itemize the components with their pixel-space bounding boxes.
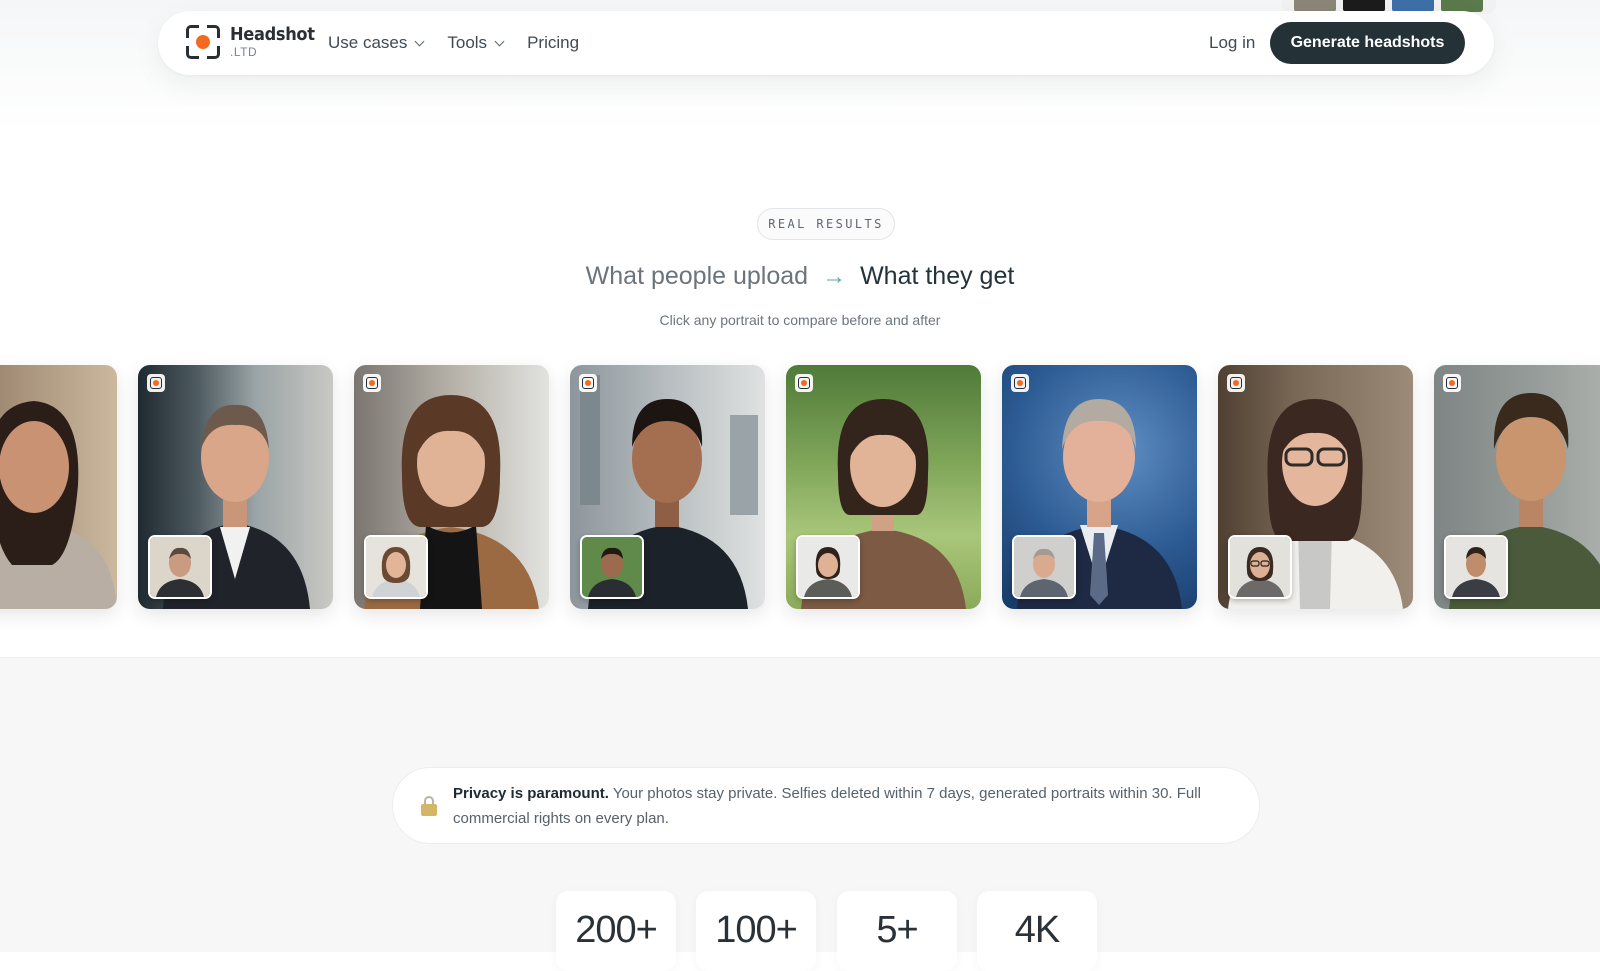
privacy-text: Privacy is paramount. Your photos stay p… (453, 781, 1243, 831)
headshot-logo-icon (795, 374, 813, 392)
nav-pricing-label: Pricing (527, 33, 580, 52)
portrait-card[interactable] (1002, 365, 1197, 609)
stat-card: 5+ (837, 891, 957, 971)
headline-result: What they get (860, 262, 1015, 290)
portrait-image (0, 401, 117, 609)
stat-value: 100+ (715, 909, 798, 951)
portrait-card[interactable] (1218, 365, 1413, 609)
navbar: Headshot .LTD Use cases Tools Pricing Lo… (158, 11, 1494, 75)
nav-links: Use cases Tools Pricing (328, 11, 579, 75)
headshot-logo-icon (1443, 374, 1461, 392)
nav-use-cases-label: Use cases (328, 33, 408, 52)
stat-value: 200+ (575, 909, 658, 951)
before-thumbnail (1228, 535, 1292, 599)
headline-upload: What people upload (585, 262, 809, 290)
nav-tools-label: Tools (447, 33, 488, 52)
stat-card: 200+ (556, 891, 676, 971)
logo-suffix: .LTD (230, 45, 258, 59)
privacy-notice: Privacy is paramount. Your photos stay p… (392, 767, 1260, 844)
lock-icon (421, 796, 437, 816)
logo[interactable]: Headshot .LTD (186, 25, 315, 59)
stat-value: 5+ (876, 909, 918, 951)
real-results-badge: REAL RESULTS (757, 208, 895, 240)
before-thumbnail (1012, 535, 1076, 599)
nav-tools[interactable]: Tools (447, 33, 505, 53)
headshot-logo-icon (363, 374, 381, 392)
headshot-logo-icon (1227, 374, 1245, 392)
logo-name: Headshot (230, 24, 315, 45)
headshot-logo-icon (1011, 374, 1029, 392)
arrow-right-icon: → (822, 263, 847, 290)
headshot-logo-icon (579, 374, 597, 392)
before-thumbnail (580, 535, 644, 599)
stat-value: 4K (1014, 909, 1060, 951)
stat-card: 4K (977, 891, 1097, 971)
chevron-down-icon (494, 36, 505, 46)
before-thumbnail (1444, 535, 1508, 599)
portrait-card[interactable] (138, 365, 333, 609)
stat-card: 100+ (696, 891, 816, 971)
privacy-title: Privacy is paramount. (453, 785, 609, 802)
before-thumbnail (796, 535, 860, 599)
portrait-card[interactable] (786, 365, 981, 609)
before-thumbnail (148, 535, 212, 599)
before-thumbnail (364, 535, 428, 599)
chevron-down-icon (414, 36, 425, 46)
generate-headshots-button[interactable]: Generate headshots (1270, 22, 1465, 64)
section-subtitle: Click any portrait to compare before and… (659, 312, 941, 328)
portrait-card[interactable] (1434, 365, 1600, 609)
headshot-logo-icon (147, 374, 165, 392)
portrait-card[interactable] (0, 365, 117, 609)
section-divider (0, 657, 1600, 658)
nav-pricing[interactable]: Pricing (527, 33, 579, 53)
login-link[interactable]: Log in (1209, 11, 1255, 75)
nav-use-cases[interactable]: Use cases (328, 33, 425, 53)
logo-mark-icon (186, 25, 220, 59)
section-headline: What people upload → What they get (0, 258, 1600, 295)
portrait-card[interactable] (354, 365, 549, 609)
portrait-card[interactable] (570, 365, 765, 609)
